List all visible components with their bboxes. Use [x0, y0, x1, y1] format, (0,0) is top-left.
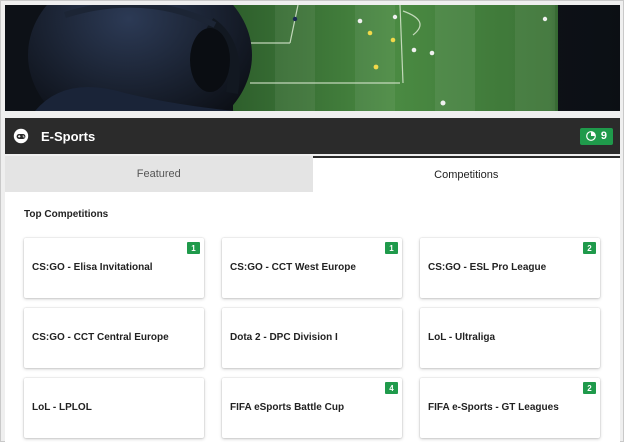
competition-name: Dota 2 - DPC Division I	[230, 332, 338, 343]
competition-card[interactable]: CS:GO - Elisa Invitational 1	[24, 238, 204, 298]
hero-banner	[5, 5, 620, 111]
competition-name: CS:GO - CCT West Europe	[230, 262, 356, 273]
tab-featured[interactable]: Featured	[5, 156, 313, 192]
clock-live-icon	[585, 131, 596, 141]
competition-name: CS:GO - ESL Pro League	[428, 262, 547, 273]
event-count-badge: 4	[385, 382, 398, 394]
competition-name: FIFA e-Sports - GT Leagues	[428, 402, 559, 413]
tab-competitions[interactable]: Competitions	[312, 156, 620, 192]
event-count-badge: 2	[583, 382, 596, 394]
competition-card[interactable]: Dota 2 - DPC Division I	[222, 308, 402, 368]
competition-card[interactable]: CS:GO - CCT Central Europe	[24, 308, 204, 368]
hero-image	[5, 5, 620, 111]
competition-card[interactable]: LoL - LPLOL	[24, 378, 204, 438]
section-title: Top Competitions	[24, 209, 109, 220]
competition-name: FIFA eSports Battle Cup	[230, 402, 345, 413]
competition-card[interactable]: FIFA e-Sports - GT Leagues 2	[420, 378, 600, 438]
live-count: 9	[600, 130, 607, 142]
tab-bar: Featured Competitions	[5, 156, 620, 192]
competition-card[interactable]: CS:GO - CCT West Europe 1	[222, 238, 402, 298]
competition-card[interactable]: CS:GO - ESL Pro League 2	[420, 238, 600, 298]
live-count-badge[interactable]: 9	[579, 127, 613, 145]
competition-name: CS:GO - Elisa Invitational	[32, 262, 153, 273]
sport-title: E-Sports	[41, 128, 96, 144]
event-count-badge: 1	[385, 242, 398, 254]
competition-name: CS:GO - CCT Central Europe	[32, 332, 169, 343]
event-count-badge: 2	[583, 242, 596, 254]
event-count-badge: 1	[187, 242, 200, 254]
competition-name: LoL - Ultraliga	[428, 332, 496, 343]
competition-card[interactable]: LoL - Ultraliga	[420, 308, 600, 368]
competition-name: LoL - LPLOL	[32, 402, 92, 413]
page-frame: E-Sports 9 Featured Competitions Top Com…	[0, 0, 624, 442]
controller-icon	[13, 128, 29, 144]
sport-header: E-Sports 9	[5, 118, 620, 154]
competitions-panel: Top Competitions CS:GO - Elisa Invitatio…	[5, 192, 620, 442]
competition-card[interactable]: FIFA eSports Battle Cup 4	[222, 378, 402, 438]
